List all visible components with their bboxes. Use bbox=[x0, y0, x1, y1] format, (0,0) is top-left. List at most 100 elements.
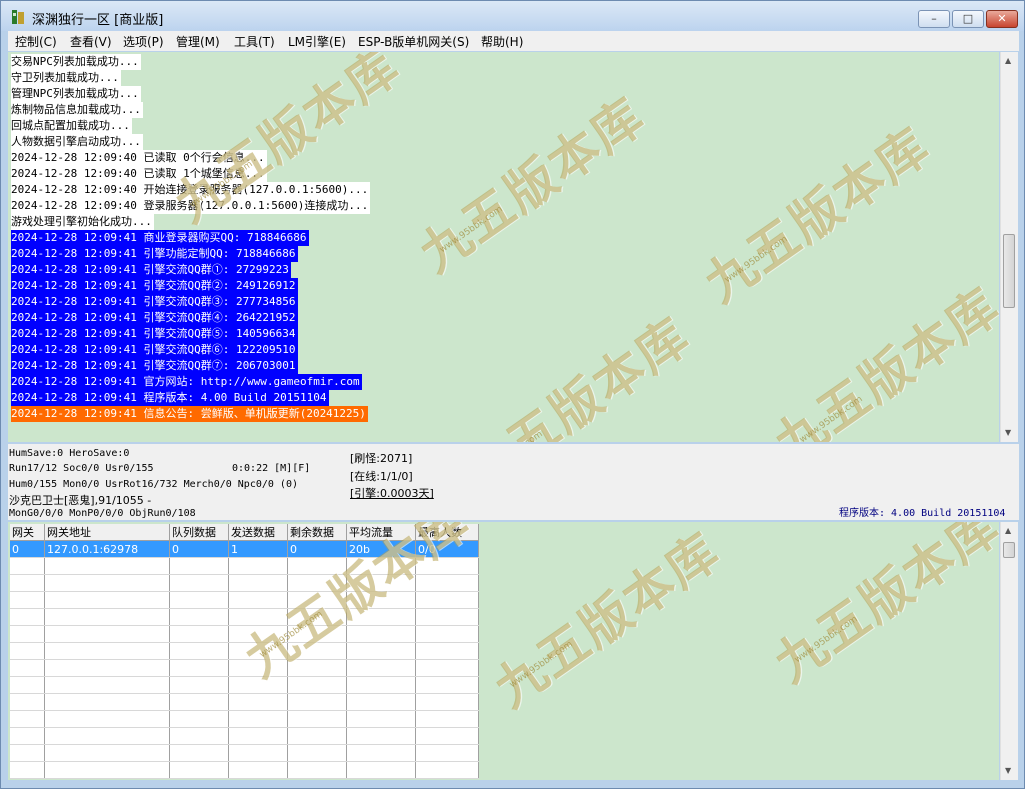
minimize-button[interactable]: – bbox=[918, 10, 950, 28]
empty-cell bbox=[10, 710, 45, 728]
maximize-button[interactable]: □ bbox=[952, 10, 984, 28]
log-scrollbar[interactable]: ▲ ▼ bbox=[1000, 52, 1018, 442]
menu-control[interactable]: 控制(C) bbox=[15, 33, 57, 50]
empty-cell bbox=[44, 574, 170, 592]
monster-status: MonG0/0/0 MonP0/0/0 ObjRun0/108 bbox=[9, 508, 196, 519]
hum-status: Hum0/155 Mon0/0 UsrRot16/732 Merch0/0 Np… bbox=[9, 479, 298, 490]
scroll-up-arrow-icon[interactable]: ▲ bbox=[1005, 526, 1011, 535]
menu-tools[interactable]: 工具(T) bbox=[234, 33, 275, 50]
log-line: 2024-12-28 12:09:41 引擎功能定制QQ: 718846686 bbox=[11, 246, 298, 262]
empty-cell bbox=[44, 625, 170, 643]
empty-cell bbox=[44, 761, 170, 779]
menu-view[interactable]: 查看(V) bbox=[70, 33, 112, 50]
empty-cell bbox=[44, 693, 170, 711]
column-header[interactable]: 网关地址 bbox=[44, 524, 170, 541]
table-cell: 1 bbox=[228, 540, 288, 558]
menu-help[interactable]: 帮助(H) bbox=[481, 33, 523, 50]
empty-cell bbox=[10, 693, 45, 711]
empty-row bbox=[10, 744, 479, 762]
menu-bar: 控制(C) 查看(V) 选项(P) 管理(M) 工具(T) LM引擎(E) ES… bbox=[8, 31, 1019, 51]
empty-row bbox=[10, 591, 479, 609]
empty-cell bbox=[415, 710, 479, 728]
empty-cell bbox=[10, 727, 45, 745]
column-header[interactable]: 剩余数据 bbox=[287, 524, 347, 541]
menu-esp-gateway[interactable]: ESP-B版单机网关(S) bbox=[358, 33, 469, 50]
empty-cell bbox=[10, 744, 45, 762]
log-line: 2024-12-28 12:09:41 引擎交流QQ群②: 249126912 bbox=[11, 278, 298, 294]
empty-cell bbox=[287, 727, 347, 745]
empty-cell bbox=[10, 642, 45, 660]
empty-cell bbox=[169, 744, 229, 762]
empty-cell bbox=[10, 659, 45, 677]
empty-cell bbox=[169, 693, 229, 711]
empty-cell bbox=[44, 659, 170, 677]
online-status: [在线:1/1/0] bbox=[350, 470, 413, 483]
watermark-text: 九五版本库 bbox=[763, 522, 999, 694]
table-cell: 127.0.0.1:62978 bbox=[44, 540, 170, 558]
menu-manage[interactable]: 管理(M) bbox=[176, 33, 220, 50]
empty-cell bbox=[228, 761, 288, 779]
column-header[interactable]: 队列数据 bbox=[169, 524, 229, 541]
empty-cell bbox=[228, 574, 288, 592]
log-line: 游戏处理引擎初始化成功... bbox=[11, 214, 154, 230]
empty-cell bbox=[169, 608, 229, 626]
window-title: 深渊独行一区 [商业版] bbox=[32, 13, 164, 28]
scroll-thumb[interactable] bbox=[1003, 542, 1015, 558]
scroll-up-arrow-icon[interactable]: ▲ bbox=[1005, 56, 1011, 65]
empty-row bbox=[10, 659, 479, 677]
log-line: 2024-12-28 12:09:41 程序版本: 4.00 Build 201… bbox=[11, 390, 329, 406]
log-panel[interactable]: 2024-12-28 12:09:41 信息公告: 尝鲜版、单机版更新(2024… bbox=[8, 52, 999, 442]
log-line: 2024-12-28 12:09:41 信息公告: 尝鲜版、单机版更新(2024… bbox=[11, 406, 368, 422]
empty-cell bbox=[415, 693, 479, 711]
empty-cell bbox=[10, 676, 45, 694]
refresh-monster-status: [刷怪:2071] bbox=[350, 452, 413, 465]
empty-cell bbox=[44, 710, 170, 728]
empty-cell bbox=[169, 557, 229, 575]
log-line: 守卫列表加载成功... bbox=[11, 70, 121, 86]
empty-cell bbox=[44, 676, 170, 694]
empty-cell bbox=[415, 676, 479, 694]
empty-cell bbox=[169, 574, 229, 592]
scroll-down-arrow-icon[interactable]: ▼ bbox=[1005, 428, 1011, 437]
scroll-thumb[interactable] bbox=[1003, 234, 1015, 308]
empty-cell bbox=[415, 591, 479, 609]
gateway-scrollbar[interactable]: ▲ ▼ bbox=[1000, 522, 1018, 780]
log-line: 2024-12-28 12:09:41 引擎交流QQ群⑥: 122209510 bbox=[11, 342, 298, 358]
empty-cell bbox=[415, 625, 479, 643]
scroll-down-arrow-icon[interactable]: ▼ bbox=[1005, 766, 1011, 775]
table-cell: 0 bbox=[10, 540, 45, 558]
empty-cell bbox=[10, 591, 45, 609]
log-line: 2024-12-28 12:09:41 官方网站: http://www.gam… bbox=[11, 374, 362, 390]
empty-row bbox=[10, 761, 479, 779]
empty-cell bbox=[44, 557, 170, 575]
empty-cell bbox=[169, 727, 229, 745]
title-bar[interactable]: 深渊独行一区 [商业版] – □ ✕ bbox=[1, 1, 1024, 31]
empty-cell bbox=[10, 557, 45, 575]
empty-cell bbox=[415, 608, 479, 626]
empty-cell bbox=[346, 676, 416, 694]
empty-cell bbox=[10, 625, 45, 643]
empty-cell bbox=[228, 693, 288, 711]
menu-lm-engine[interactable]: LM引擎(E) bbox=[288, 33, 346, 50]
empty-cell bbox=[287, 761, 347, 779]
empty-cell bbox=[415, 642, 479, 660]
close-button[interactable]: ✕ bbox=[986, 10, 1018, 28]
empty-cell bbox=[287, 676, 347, 694]
log-line: 交易NPC列表加载成功... bbox=[11, 54, 141, 70]
empty-row bbox=[10, 710, 479, 728]
empty-cell bbox=[346, 761, 416, 779]
menu-options[interactable]: 选项(P) bbox=[123, 33, 164, 50]
empty-cell bbox=[346, 710, 416, 728]
log-line: 炼制物品信息加载成功... bbox=[11, 102, 143, 118]
empty-cell bbox=[228, 710, 288, 728]
empty-cell bbox=[169, 625, 229, 643]
column-header[interactable]: 网关 bbox=[10, 524, 45, 541]
watermark-text: 九五版本库 bbox=[693, 116, 941, 314]
column-header[interactable]: 发送数据 bbox=[228, 524, 288, 541]
log-line: 回城点配置加载成功... bbox=[11, 118, 132, 134]
version-label: 程序版本: 4.00 Build 20151104 bbox=[839, 508, 1006, 519]
app-icon bbox=[12, 10, 24, 24]
log-line: 2024-12-28 12:09:41 引擎交流QQ群③: 277734856 bbox=[11, 294, 298, 310]
empty-cell bbox=[10, 608, 45, 626]
empty-cell bbox=[287, 693, 347, 711]
